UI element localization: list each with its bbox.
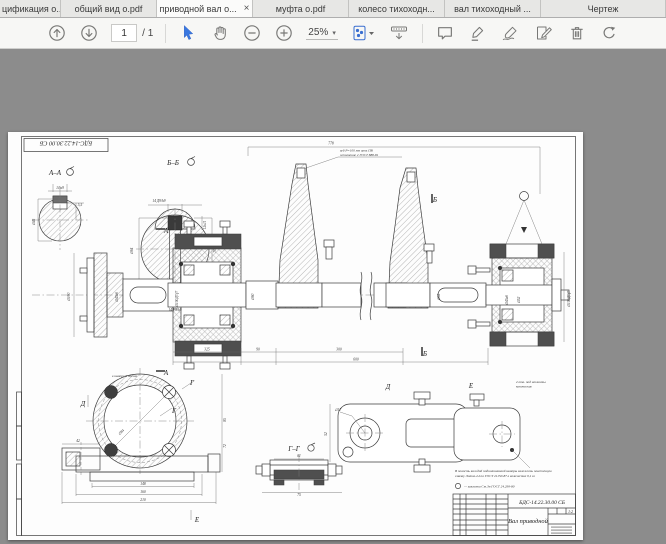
view-label: А (163, 227, 169, 235)
highlight-tool-button[interactable] (467, 23, 487, 43)
view-d-e: 2 отв. под шплинты конические (330, 380, 546, 472)
fit-width-button[interactable] (388, 23, 410, 43)
dimension-label: ∅45к6 (505, 295, 509, 305)
previous-page-button[interactable] (47, 23, 67, 43)
sprocket-annotation-line2: исполнение 2 ГОСТ 888-81 (340, 153, 379, 157)
toolbar-divider (422, 24, 423, 43)
note-line2: смазку Литол-24 по ГОСТ 21150-87 в колич… (455, 474, 536, 479)
dimension-label: 210 (140, 498, 146, 502)
dimension-label: 300 (336, 348, 342, 352)
tab-privodnoy-val[interactable]: приводной вал о... × (157, 0, 253, 17)
dimension-label: 61 (297, 454, 301, 458)
view-label: А (163, 369, 169, 377)
tab-bar: цификация о... общий вид o.pdf приводной… (0, 0, 666, 18)
view-label: А–А (48, 169, 62, 177)
rotate-tool-button[interactable] (599, 23, 619, 43)
next-page-button[interactable] (79, 23, 99, 43)
dimension-label: ∅52 (517, 296, 521, 303)
dimension-label: ∅17 (335, 408, 342, 412)
page-view-options-button[interactable] (350, 23, 376, 43)
page-number-input[interactable] (111, 24, 137, 42)
tab-koleso[interactable]: колесо тихоходн... (349, 0, 445, 17)
view-label: Б (432, 196, 437, 204)
drawing-canvas: БДС-14.22.30.00 СБ (8, 132, 583, 540)
view-label: Е (468, 382, 474, 390)
fill-sign-tool-button[interactable] (533, 23, 555, 43)
zoom-level-value: 25% (308, 27, 328, 38)
chevron-down-icon: ▾ (332, 29, 336, 37)
main-assembly-view: зуб Р=100 мм цепь ПВ исполнение 2 ГОСТ 8… (32, 147, 569, 371)
dimension-label: 85 (223, 418, 227, 422)
zoom-in-button[interactable] (274, 23, 294, 43)
note-line3: — заклепки Ст.3н ГОСТ 24.299-80 (463, 485, 515, 489)
view-label: Г (189, 379, 195, 387)
title-block-scale: 1:2 (568, 510, 573, 514)
title-block-doc-number: БДС-14.22.30.00 СБ (518, 500, 566, 506)
dimension-label: ∅60 (251, 293, 255, 300)
tab-chertezh[interactable]: Чертеж (541, 0, 666, 17)
view-label: Г–Г (287, 445, 300, 453)
corner-stamp-number: БДС-14.22.30.00 СБ (39, 140, 93, 147)
delete-tool-button[interactable] (567, 23, 587, 43)
dimension-label: ∅100Д7/f7 (567, 291, 571, 308)
dimension-label: 14js9 (56, 186, 64, 190)
dimension-label: 778 (328, 142, 334, 146)
dimension-label: ∅64 (130, 247, 134, 254)
view-label: Б (422, 350, 427, 358)
dimension-label: ∅65 (437, 293, 441, 300)
dimension-label: 72 (223, 444, 227, 448)
view-label: Д (385, 383, 391, 391)
pdf-page: БДС-14.22.30.00 СБ (8, 132, 583, 540)
title-block-part-name: Вал приводной (508, 518, 548, 525)
dimension-label: 148 (140, 482, 146, 486)
zoom-out-button[interactable] (242, 23, 262, 43)
tab-val-tihohodniy[interactable]: вал тихоходный ... (445, 0, 541, 17)
view-label: Б–Б (166, 159, 179, 167)
close-tab-icon[interactable]: × (244, 4, 250, 14)
select-tool-button[interactable] (178, 23, 198, 43)
shplint-note-line2: конические (516, 385, 532, 389)
dimension-label: ∅45к6 (115, 292, 119, 302)
dimension-label: 70 (213, 249, 217, 253)
dimension-label: ∅45 (32, 218, 36, 225)
hand-tool-button[interactable] (210, 23, 230, 43)
dimension-label: 12к11 (203, 221, 207, 230)
tab-specification[interactable]: цификация о... (0, 0, 61, 17)
section-aa-view (32, 167, 88, 251)
dimension-label: 90 (256, 348, 260, 352)
dimension-label: 14 Р9/h9 (168, 308, 181, 312)
dimension-label: ∅160 (67, 293, 71, 302)
page-total-label: / 1 (142, 28, 153, 39)
dimension-label: ∅100Д7/f7 (175, 291, 179, 308)
sign-tool-button[interactable] (499, 23, 521, 43)
dimension-label: 14 Д9/h9 (152, 199, 165, 203)
dimension-label: 42 (76, 439, 80, 443)
dimension-label: 325 (204, 348, 210, 352)
technical-notes: В полость каждой подшипниковой камеры за… (455, 468, 552, 489)
tab-mufta[interactable]: муфта o.pdf (253, 0, 349, 17)
comment-tool-button[interactable] (435, 23, 455, 43)
zoom-level-select[interactable]: 25% ▾ (306, 26, 338, 40)
dimension-label: 75 (297, 493, 301, 497)
document-scroll-area[interactable]: БДС-14.22.30.00 СБ (0, 49, 666, 544)
dimension-label: 160 (140, 490, 146, 494)
pdf-toolbar: / 1 25% ▾ (0, 18, 666, 49)
dimension-label: 600 (353, 358, 359, 362)
sprocket-annotation-line1: зуб Р=100 мм цепь ПВ (339, 149, 373, 153)
view-label: Д (80, 400, 86, 408)
corner-stamp: БДС-14.22.30.00 СБ (24, 139, 108, 152)
view-label: Е (194, 516, 200, 524)
toolbar-divider (165, 24, 166, 43)
tab-obshchiy-vid[interactable]: общий вид o.pdf (61, 0, 157, 17)
shplint-note-line1: 2 отв. под шплинты (516, 380, 546, 384)
dimension-label: 52 (324, 432, 328, 436)
title-block: БДС-14.22.30.00 СБ Вал приводной 1:2 (453, 494, 576, 536)
dimension-label: 5,5 (78, 203, 83, 208)
page-indicator: / 1 (111, 24, 153, 42)
note-line1: В полость каждой подшипниковой камеры за… (455, 468, 552, 473)
